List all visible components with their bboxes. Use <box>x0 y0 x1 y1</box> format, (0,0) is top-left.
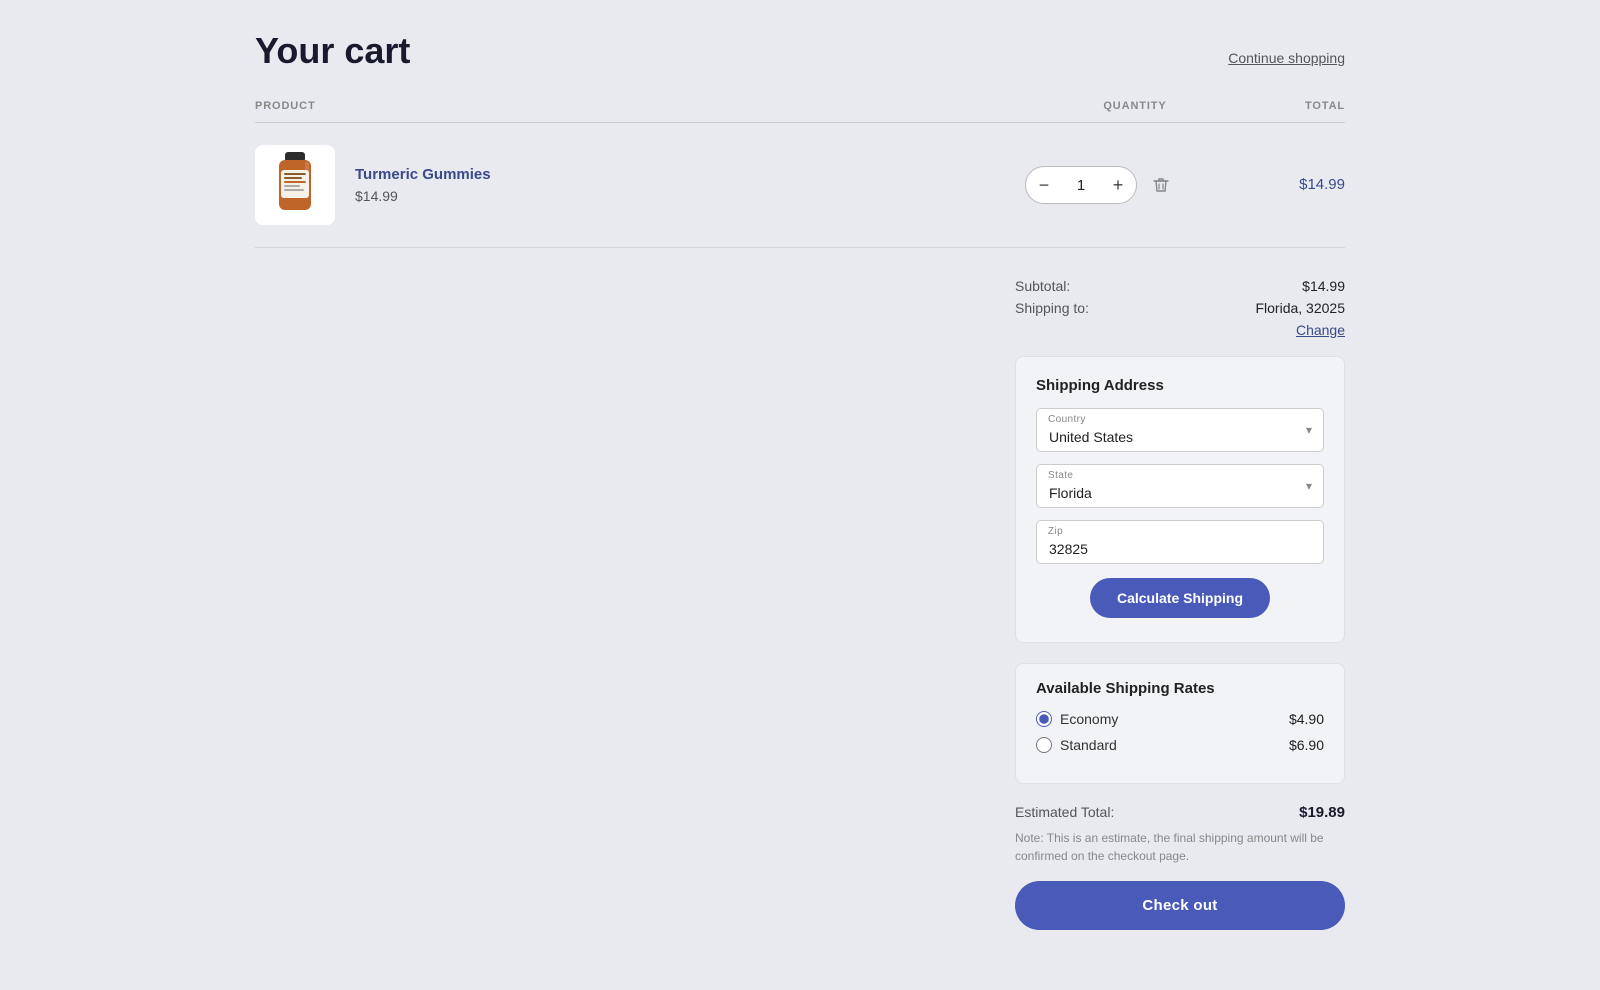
product-price: $14.99 <box>355 188 491 204</box>
country-select[interactable]: United States <box>1036 408 1324 452</box>
estimated-value: $19.89 <box>1299 804 1345 821</box>
shipping-address-box: Shipping Address Country United States ▾… <box>1015 356 1345 643</box>
quantity-control: − + <box>1025 166 1137 204</box>
shipping-address-title: Shipping Address <box>1036 377 1324 394</box>
estimated-total-section: Estimated Total: $19.89 Note: This is an… <box>1015 804 1345 865</box>
rate-standard-label[interactable]: Standard <box>1036 737 1117 753</box>
continue-shopping-link[interactable]: Continue shopping <box>1228 50 1345 66</box>
page-title: Your cart <box>255 30 410 72</box>
shipping-rates-title: Available Shipping Rates <box>1036 680 1324 697</box>
zip-field: Zip <box>1036 520 1324 564</box>
col-total-header: TOTAL <box>1245 100 1345 112</box>
estimated-label: Estimated Total: <box>1015 804 1114 821</box>
estimated-row: Estimated Total: $19.89 <box>1015 804 1345 821</box>
quantity-section: − + <box>1025 166 1245 204</box>
rate-standard-name: Standard <box>1060 737 1117 753</box>
subtotal-value: $14.99 <box>1302 278 1345 294</box>
total-section: $14.99 <box>1245 176 1345 194</box>
page-wrapper: Your cart Continue shopping PRODUCT QUAN… <box>255 0 1345 990</box>
product-info: Turmeric Gummies $14.99 <box>355 166 491 204</box>
shipping-to-row: Shipping to: Florida, 32025 <box>1015 300 1345 316</box>
quantity-input[interactable] <box>1062 177 1100 194</box>
country-field: Country United States ▾ <box>1036 408 1324 452</box>
summary-area: Subtotal: $14.99 Shipping to: Florida, 3… <box>255 278 1345 930</box>
estimate-note: Note: This is an estimate, the final shi… <box>1015 829 1345 865</box>
rate-economy-name: Economy <box>1060 711 1118 727</box>
change-shipping-link[interactable]: Change <box>1015 322 1345 338</box>
quantity-decrease-button[interactable]: − <box>1026 167 1062 203</box>
state-select[interactable]: Florida <box>1036 464 1324 508</box>
delete-item-button[interactable] <box>1151 175 1171 195</box>
checkout-button[interactable]: Check out <box>1015 881 1345 930</box>
col-quantity-header: QUANTITY <box>1025 100 1245 112</box>
rate-economy-row: Economy $4.90 <box>1036 711 1324 727</box>
summary-panel: Subtotal: $14.99 Shipping to: Florida, 3… <box>1015 278 1345 930</box>
rate-standard-price: $6.90 <box>1289 737 1324 753</box>
product-image <box>265 150 325 220</box>
product-name: Turmeric Gummies <box>355 166 491 183</box>
col-product-header: PRODUCT <box>255 100 1025 112</box>
zip-input[interactable] <box>1036 520 1324 564</box>
column-headers: PRODUCT QUANTITY TOTAL <box>255 100 1345 123</box>
rate-standard-row: Standard $6.90 <box>1036 737 1324 753</box>
shipping-rates-box: Available Shipping Rates Economy $4.90 S… <box>1015 663 1345 784</box>
item-total: $14.99 <box>1299 176 1345 193</box>
quantity-increase-button[interactable]: + <box>1100 167 1136 203</box>
product-image-box <box>255 145 335 225</box>
calculate-shipping-button[interactable]: Calculate Shipping <box>1090 578 1270 618</box>
cart-item: Turmeric Gummies $14.99 − + $14.99 <box>255 123 1345 248</box>
product-section: Turmeric Gummies $14.99 <box>255 145 1025 225</box>
subtotal-label: Subtotal: <box>1015 278 1070 294</box>
shipping-to-label: Shipping to: <box>1015 300 1089 316</box>
rate-economy-radio[interactable] <box>1036 711 1052 727</box>
cart-header: Your cart Continue shopping <box>255 30 1345 72</box>
state-field: State Florida ▾ <box>1036 464 1324 508</box>
rate-standard-radio[interactable] <box>1036 737 1052 753</box>
subtotal-row: Subtotal: $14.99 <box>1015 278 1345 294</box>
shipping-to-value: Florida, 32025 <box>1255 300 1345 316</box>
trash-icon <box>1151 175 1171 195</box>
rate-economy-label[interactable]: Economy <box>1036 711 1118 727</box>
rate-economy-price: $4.90 <box>1289 711 1324 727</box>
